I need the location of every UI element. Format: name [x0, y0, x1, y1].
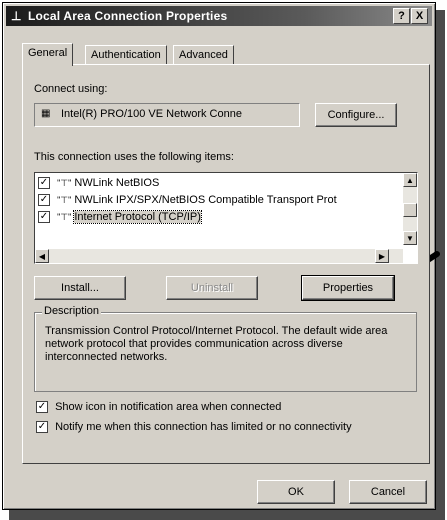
items-label: This connection uses the following items… — [34, 151, 234, 163]
configure-label: Configure... — [327, 109, 385, 121]
connect-using-label: Connect using: — [34, 83, 108, 95]
notify-label: Notify me when this connection has limit… — [55, 421, 352, 433]
adapter-name: Intel(R) PRO/100 VE Network Conne — [61, 108, 242, 120]
list-item-selected[interactable]: ✓ "⊤" Internet Protocol (TCP/IP) — [38, 209, 202, 225]
window-title: Local Area Connection Properties — [28, 9, 228, 23]
cancel-label: Cancel — [370, 486, 406, 498]
show-icon-checkbox[interactable]: ✓ — [36, 401, 48, 414]
properties-label: Properties — [322, 282, 374, 294]
network-connection-icon: ⊥ — [11, 9, 22, 23]
tab-advanced[interactable]: Advanced — [173, 45, 234, 65]
list-item[interactable]: ✓ "⊤" NWLink IPX/SPX/NetBIOS Compatible … — [38, 192, 337, 208]
ok-button[interactable]: OK — [257, 480, 335, 504]
ok-label: OK — [288, 486, 304, 498]
description-text: Transmission Control Protocol/Internet P… — [45, 325, 388, 363]
list-item[interactable]: ✓ "⊤" NWLink NetBIOS — [38, 175, 159, 191]
description-group: Description Transmission Control Protoco… — [34, 305, 417, 392]
scroll-up-icon[interactable]: ▲ — [403, 173, 417, 187]
install-label: Install... — [61, 282, 99, 294]
general-tab-panel: Connect using: ▦ Intel(R) PRO/100 VE Net… — [22, 64, 430, 464]
properties-button[interactable]: Properties — [301, 275, 395, 301]
uninstall-button: Uninstall — [166, 276, 258, 300]
properties-dialog: ⊥ Local Area Connection Properties ? X G… — [2, 2, 436, 510]
tab-authentication[interactable]: Authentication — [85, 45, 167, 65]
network-protocol-icon: "⊤" — [57, 212, 72, 222]
scroll-right-icon[interactable]: ▶ — [375, 249, 389, 263]
adapter-field: ▦ Intel(R) PRO/100 VE Network Conne — [34, 103, 300, 127]
item-label: Internet Protocol (TCP/IP) — [73, 210, 202, 224]
network-protocol-icon: "⊤" — [57, 195, 72, 205]
notify-option[interactable]: ✓ Notify me when this connection has lim… — [36, 421, 352, 434]
cancel-button[interactable]: Cancel — [349, 480, 427, 504]
horizontal-scrollbar[interactable]: ◀ ▶ — [35, 249, 403, 263]
item-checkbox[interactable]: ✓ — [38, 194, 50, 207]
item-label: NWLink NetBIOS — [74, 177, 160, 189]
network-protocol-icon: "⊤" — [57, 178, 72, 188]
scroll-thumb[interactable] — [403, 203, 417, 217]
item-label: NWLink IPX/SPX/NetBIOS Compatible Transp… — [74, 194, 337, 206]
vertical-scrollbar[interactable]: ▲ ▼ — [403, 173, 417, 245]
install-button[interactable]: Install... — [34, 276, 126, 300]
tab-general[interactable]: General — [22, 43, 74, 66]
scroll-down-icon[interactable]: ▼ — [403, 231, 417, 245]
show-icon-option[interactable]: ✓ Show icon in notification area when co… — [36, 401, 282, 414]
uninstall-label: Uninstall — [190, 282, 234, 294]
configure-button[interactable]: Configure... — [315, 103, 397, 127]
components-list[interactable]: ✓ "⊤" NWLink NetBIOS ✓ "⊤" NWLink IPX/SP… — [34, 172, 418, 264]
close-button[interactable]: X — [411, 8, 428, 24]
show-icon-label: Show icon in notification area when conn… — [55, 401, 282, 413]
help-button[interactable]: ? — [393, 8, 410, 24]
network-card-icon: ▦ — [41, 108, 51, 119]
item-checkbox[interactable]: ✓ — [38, 177, 50, 190]
item-checkbox[interactable]: ✓ — [38, 211, 50, 224]
scroll-left-icon[interactable]: ◀ — [35, 249, 49, 263]
description-title: Description — [42, 305, 102, 317]
title-bar[interactable]: ⊥ Local Area Connection Properties ? X — [6, 6, 432, 26]
notify-checkbox[interactable]: ✓ — [36, 421, 48, 434]
